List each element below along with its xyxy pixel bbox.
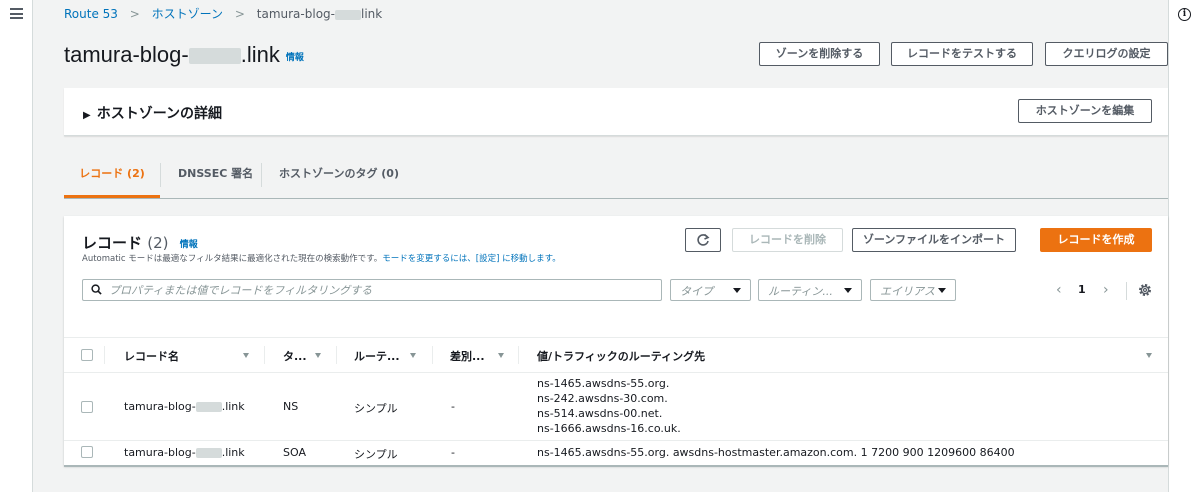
table-bottom-border: [64, 465, 1168, 467]
ns-value: ns-242.awsdns-30.com.: [537, 392, 668, 405]
caret-down-icon: [844, 288, 852, 293]
sort-icon[interactable]: [243, 353, 249, 358]
sort-icon[interactable]: [498, 353, 504, 358]
column-divider: [518, 346, 519, 364]
search-field[interactable]: [82, 279, 662, 301]
ns-value: ns-1465.awsdns-55.org.: [537, 377, 670, 390]
table-row[interactable]: tamura-blog- .link SOA シンプル - ns-1465.aws…: [64, 441, 1168, 465]
routing-cell: シンプル: [354, 448, 398, 461]
create-record-button[interactable]: レコードを作成: [1040, 228, 1152, 252]
side-navigation-rail: [0, 0, 33, 492]
table-row[interactable]: tamura-blog- .link NS シンプル - ns-1465.awsd…: [64, 373, 1168, 441]
delete-record-button[interactable]: レコードを削除: [732, 228, 843, 252]
info-icon[interactable]: i: [1178, 8, 1191, 21]
sort-icon[interactable]: [410, 353, 416, 358]
breadcrumb-separator: >: [129, 7, 140, 21]
tab-records[interactable]: レコード (2): [64, 155, 160, 198]
routing-cell: シンプル: [354, 402, 398, 415]
tab-tags[interactable]: ホストゾーンのタグ (0): [275, 155, 403, 198]
test-record-button[interactable]: レコードをテストする: [891, 42, 1033, 66]
info-link[interactable]: 情報: [180, 240, 198, 250]
routing-filter-select[interactable]: ルーティン...: [758, 279, 862, 301]
redacted-mask: [195, 402, 222, 412]
tab-divider: [160, 163, 161, 187]
refresh-icon: [697, 233, 710, 246]
ns-value: ns-514.awsdns-00.net.: [537, 407, 663, 420]
tab-divider: [261, 163, 262, 187]
sort-icon[interactable]: [1146, 353, 1152, 358]
breadcrumb-route53[interactable]: Route 53: [64, 7, 118, 21]
tab-dnssec[interactable]: DNSSEC 署名: [174, 155, 257, 198]
query-logging-button[interactable]: クエリログの設定: [1045, 42, 1168, 66]
tab-bar: レコード (2) DNSSEC 署名 ホストゾーンのタグ (0): [64, 155, 1168, 199]
sort-icon[interactable]: [315, 353, 321, 358]
record-type-cell: NS: [283, 400, 299, 413]
hosted-zone-details-panel: ▶ ホストゾーンの詳細 ホストゾーンを編集: [64, 88, 1168, 136]
settings-link[interactable]: モードを変更するには、[設定] に移動します。: [382, 254, 561, 264]
differentiator-cell: -: [451, 446, 455, 459]
gear-icon[interactable]: [1137, 282, 1153, 298]
records-description: Automatic モードは最適なフィルタ結果に最適化された現在の検索動作です。…: [82, 254, 561, 264]
caret-down-icon: [938, 288, 946, 293]
breadcrumb-hosted-zones[interactable]: ホストゾーン: [152, 7, 223, 21]
redacted-mask: [334, 9, 361, 20]
column-differentiator[interactable]: 差別...: [450, 348, 485, 364]
search-input[interactable]: [109, 281, 649, 299]
column-divider: [264, 346, 265, 364]
select-all-checkbox[interactable]: [81, 349, 93, 361]
delete-zone-button[interactable]: ゾーンを削除する: [759, 42, 880, 66]
column-divider: [104, 346, 105, 364]
search-icon: [91, 284, 102, 295]
hamburger-icon[interactable]: [10, 8, 23, 19]
breadcrumb-separator: >: [234, 7, 245, 21]
records-panel: レコード (2) 情報 Automatic モードは最適なフィルタ結果に最適化さ…: [64, 216, 1168, 466]
next-page-icon[interactable]: ›: [1103, 282, 1109, 298]
row-checkbox[interactable]: [81, 401, 93, 413]
type-filter-select[interactable]: タイプ: [670, 279, 751, 301]
help-panel-rail: i: [1168, 0, 1200, 492]
page-number[interactable]: 1: [1078, 283, 1086, 296]
redacted-mask: [195, 448, 222, 458]
refresh-button[interactable]: [685, 228, 721, 252]
value-cell: ns-1465.awsdns-55.org. ns-242.awsdns-30.…: [537, 376, 681, 436]
info-link[interactable]: 情報: [286, 52, 304, 62]
records-heading: レコード (2) 情報: [82, 234, 198, 252]
records-table-header: レコード名 タ... ルーテ... 差別... 値/トラフィックのルーティング先: [64, 337, 1168, 373]
prev-page-icon[interactable]: ‹: [1056, 282, 1062, 298]
import-zone-file-button[interactable]: ゾーンファイルをインポート: [852, 228, 1016, 252]
pager-divider: [1126, 282, 1127, 300]
page-title: tamura-blog- .link 情報: [64, 42, 304, 67]
row-checkbox[interactable]: [81, 446, 93, 458]
record-name-cell: tamura-blog- .link: [124, 446, 245, 459]
column-divider: [432, 346, 433, 364]
column-divider: [336, 346, 337, 364]
record-name-cell: tamura-blog- .link: [124, 400, 245, 413]
details-toggle[interactable]: ▶ ホストゾーンの詳細: [83, 103, 222, 123]
column-value[interactable]: 値/トラフィックのルーティング先: [537, 348, 705, 364]
differentiator-cell: -: [451, 400, 455, 413]
value-cell: ns-1465.awsdns-55.org. awsdns-hostmaster…: [537, 446, 1015, 459]
ns-value: ns-1666.awsdns-16.co.uk.: [537, 422, 681, 435]
column-record-name[interactable]: レコード名: [124, 348, 179, 364]
edit-hosted-zone-button[interactable]: ホストゾーンを編集: [1018, 99, 1152, 123]
alias-filter-select[interactable]: エイリアス: [870, 279, 956, 301]
column-routing[interactable]: ルーテ...: [354, 348, 400, 364]
breadcrumb: Route 53 > ホストゾーン > tamura-blog-link: [64, 5, 382, 22]
caret-down-icon: [733, 288, 741, 293]
breadcrumb-current: tamura-blog-link: [256, 7, 383, 21]
redacted-mask: [188, 48, 241, 65]
caret-right-icon: ▶: [83, 110, 91, 121]
record-type-cell: SOA: [283, 446, 306, 459]
column-type[interactable]: タ...: [283, 348, 307, 364]
